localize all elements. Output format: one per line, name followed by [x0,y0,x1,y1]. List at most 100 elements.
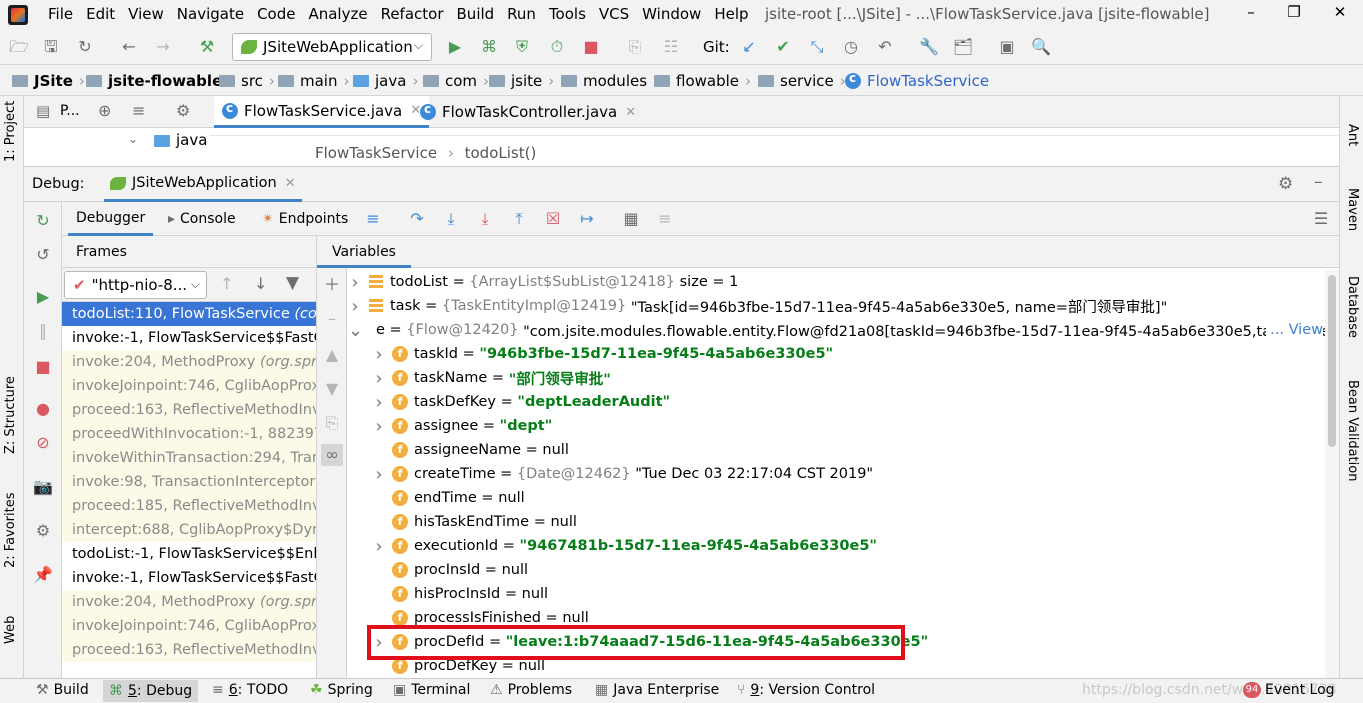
down-arrow-icon[interactable]: ↓ [254,274,267,293]
menu-build[interactable]: Build [457,5,495,23]
menu-view[interactable]: View [128,5,164,23]
chevron-right-icon[interactable]: › [372,344,386,365]
tool-version-control[interactable]: ⑂ 9: Version Control [737,682,875,698]
resume-icon[interactable]: ▶ [32,286,54,308]
project-structure-icon[interactable]: 🗂 [952,36,974,58]
step-out-icon[interactable]: ⤒ [508,208,530,230]
frame-row[interactable]: proceed:185, ReflectiveMethodInvoc [62,494,316,518]
stripe-web[interactable]: Web [3,616,18,644]
menu-help[interactable]: Help [714,5,748,23]
breadcrumb-item[interactable]: service › [758,72,852,90]
tool-spring[interactable]: ☘ Spring [310,682,373,698]
view-breakpoints-icon[interactable]: ● [32,398,54,420]
frame-row[interactable]: invokeWithinTransaction:294, Transa [62,446,316,470]
variable-row[interactable]: › f taskName = "部门领导审批" [348,366,1323,390]
menu-analyze[interactable]: Analyze [308,5,367,23]
git-rollback-icon[interactable]: ↶ [874,36,896,58]
variable-row[interactable]: › task = {TaskEntityImpl@12419} "Task[id=… [348,294,1323,318]
tool-event-log[interactable]: 94 Event Log [1243,682,1335,698]
variables-scrollbar[interactable] [1325,270,1339,678]
settings-wrench-icon[interactable]: 🔧 [918,36,940,58]
variable-row[interactable]: › f createTime = {Date@12462} "Tue Dec 03 … [348,462,1323,486]
sync-icon[interactable]: ↻ [74,36,96,58]
breadcrumb-item[interactable]: modules› [561,72,665,90]
presentation-icon[interactable]: ▣ [996,36,1018,58]
tab-flowtaskservice[interactable]: FlowTaskService.java ✕ [214,96,430,128]
variable-row[interactable]: f procInsId = null [348,558,1323,582]
stop-icon[interactable]: ■ [580,36,602,58]
chevron-right-icon[interactable]: › [372,464,386,485]
chevron-right-icon[interactable]: › [348,296,362,317]
run-config-select[interactable]: JSiteWebApplication ⌵ [232,33,432,61]
thread-select[interactable]: ✔ "http-nio-8... ⌵ [64,271,207,299]
tool-terminal[interactable]: ▣ Terminal [393,682,470,698]
tab-console[interactable]: ▸ Console [160,202,244,236]
build-hammer-icon[interactable]: ⚒ [196,36,218,58]
collapse-icon[interactable]: ≡ [132,101,145,120]
attach-icon[interactable]: ⎘ [624,36,646,58]
breadcrumb-item[interactable]: jsite-flowable› [86,72,240,90]
evaluate-icon[interactable]: ▦ [620,208,642,230]
variable-row[interactable]: f hisProcInsId = null [348,582,1323,606]
settings-icon[interactable]: ⚙ [32,520,54,542]
frame-row[interactable]: invokeJoinpoint:746, CglibAopProxy [62,374,316,398]
chevron-right-icon[interactable]: › [372,416,386,437]
tab-flowtaskcontroller[interactable]: FlowTaskController.java ✕ [412,96,644,128]
variable-row[interactable]: › f taskDefKey = "deptLeaderAudit" [348,390,1323,414]
stop-icon[interactable]: ■ [32,356,54,378]
tool-build[interactable]: ⚒ Build [36,682,89,698]
stripe-structure[interactable]: Z: Structure [3,376,18,454]
structure-icon[interactable]: ☷ [660,36,682,58]
chevron-down-icon[interactable]: ⌄ [348,320,363,341]
menu-edit[interactable]: Edit [86,5,115,23]
stripe-favorites[interactable]: 2: Favorites [3,492,18,568]
breadcrumb-item[interactable]: jsite › [489,72,560,90]
menu-vcs[interactable]: VCS [599,5,629,23]
breadcrumb-item[interactable]: java › [353,72,424,90]
close-icon[interactable]: ✕ [1325,3,1355,25]
frame-row[interactable]: todoList:110, FlowTaskService (com.j [62,302,316,326]
close-session-icon[interactable]: ✕ [285,176,296,191]
tree-item-java[interactable]: java [176,131,207,149]
stripe-ant[interactable]: Ant [1345,124,1360,146]
chevron-down-icon[interactable]: ⌄ [128,132,138,146]
pause-icon[interactable]: ‖ [32,320,54,342]
crumb-method[interactable]: todoList() [465,144,537,162]
tool-todo[interactable]: ≡ 6: TODO [212,682,288,698]
move-up-icon[interactable]: ▲ [321,344,343,366]
step-over-icon[interactable]: ↷ [406,208,428,230]
back-icon[interactable]: ← [118,36,140,58]
frame-row[interactable]: invoke:-1, FlowTaskService$$FastClas [62,326,316,350]
tool-problems[interactable]: ⚠ Problems [490,682,572,698]
stripe-maven[interactable]: Maven [1345,188,1360,231]
menu-navigate[interactable]: Navigate [177,5,244,23]
gear-icon[interactable]: ⚙ [176,101,190,120]
glasses-icon[interactable]: ∞ [321,444,343,466]
chevron-right-icon[interactable]: › [372,392,386,413]
variable-row[interactable]: f hisTaskEndTime = null [348,510,1323,534]
debug-session-tab[interactable]: JSiteWebApplication ✕ [104,167,302,202]
frame-row[interactable]: todoList:-1, FlowTaskService$$Enhan [62,542,316,566]
tool-debug[interactable]: ⌘ 5: Debug [103,680,199,702]
open-folder-icon[interactable]: 🗁 [8,36,30,58]
git-commit-icon[interactable]: ✔ [772,36,794,58]
variable-row[interactable]: › f executionId = "9467481b-15d7-11ea-9f45… [348,534,1323,558]
menu-code[interactable]: Code [257,5,295,23]
menu-refactor[interactable]: Refactor [381,5,444,23]
frame-row[interactable]: proceed:163, ReflectiveMethodInvoc [62,398,316,422]
menu-window[interactable]: Window [642,5,701,23]
git-history-icon[interactable]: ◷ [840,36,862,58]
filter-icon[interactable]: ▼ [286,273,299,293]
frame-row[interactable]: invoke:204, MethodProxy (org.spring [62,350,316,374]
frame-row[interactable]: invokeJoinpoint:746, CglibAopProxy [62,614,316,638]
variable-row[interactable]: › f taskId = "946b3fbe-15d7-11ea-9f45-4a5a… [348,342,1323,366]
close-tab-icon[interactable]: ✕ [625,105,636,120]
variable-row[interactable]: f endTime = null [348,486,1323,510]
breadcrumb-item[interactable]: com › [423,72,495,90]
variable-row[interactable]: › todoList = {ArrayList$SubList@12418} si… [348,270,1323,294]
debug-bug-icon[interactable]: ⌘ [478,36,500,58]
search-icon[interactable]: 🔍 [1030,36,1052,58]
git-compare-icon[interactable]: ⤡ [806,36,828,58]
step-into-icon[interactable]: ⤓ [440,208,462,230]
chevron-right-icon[interactable]: › [348,272,362,293]
